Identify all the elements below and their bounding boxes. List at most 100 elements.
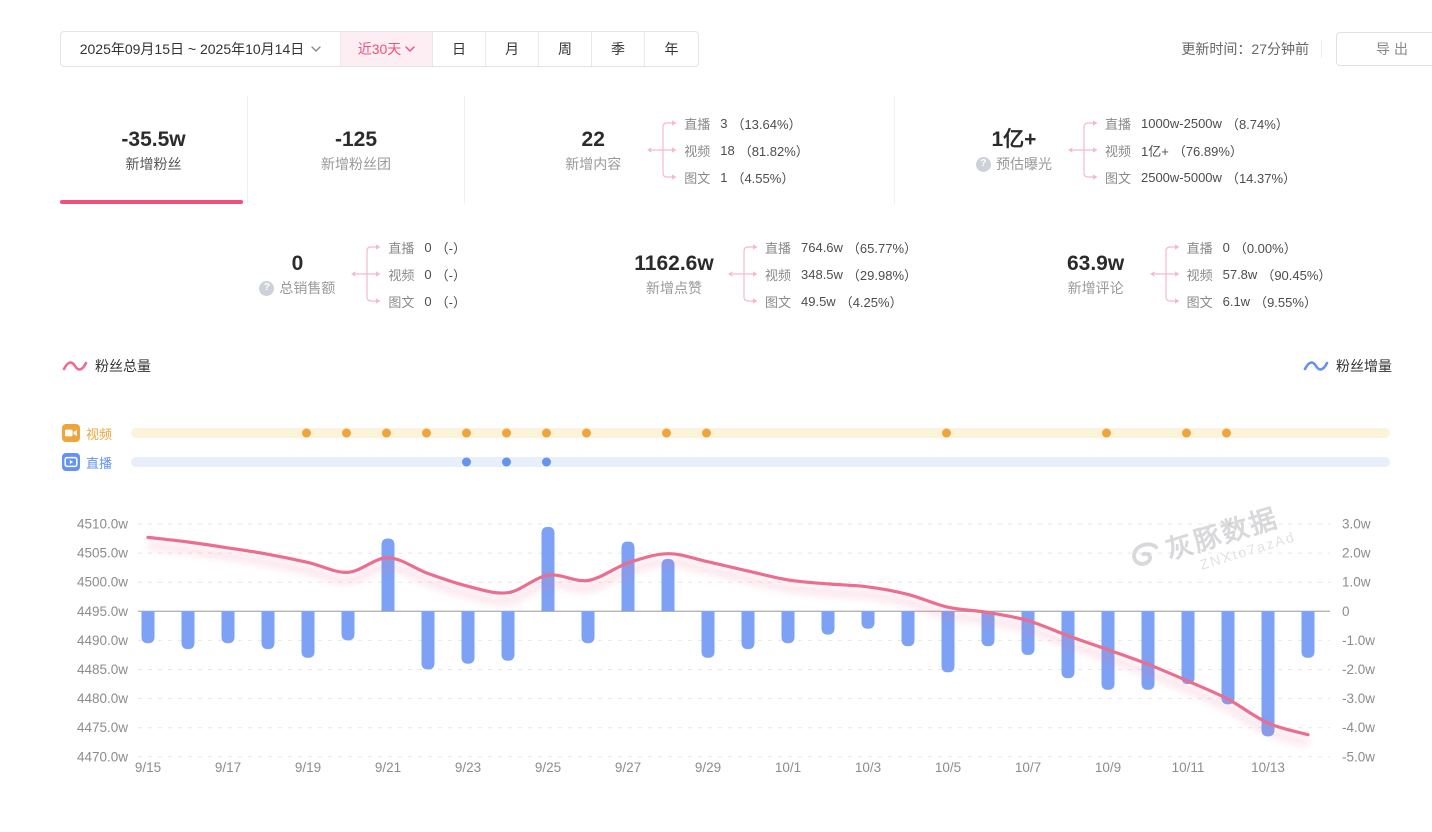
- export-button[interactable]: 导出: [1336, 32, 1432, 66]
- increment-bar[interactable]: [862, 611, 875, 629]
- timeline-track: [131, 457, 1390, 467]
- help-icon[interactable]: ?: [259, 281, 274, 296]
- increment-bar[interactable]: [542, 527, 555, 611]
- period-tab-日[interactable]: 日: [433, 32, 486, 66]
- stat-card-新增粉丝[interactable]: -35.5w 新增粉丝: [60, 96, 248, 204]
- fan-analytics-dashboard: 2025年09月15日 ~ 2025年10月14日 近30天 日月周季年 更新时…: [0, 0, 1432, 832]
- stat-main: 1162.6w 新增点赞: [631, 253, 717, 295]
- increment-bar[interactable]: [182, 611, 195, 649]
- breakdown-row: 图文 2500w-5000w （14.37%）: [1105, 164, 1296, 191]
- video-post-dot[interactable]: [502, 429, 511, 438]
- left-axis-tick: 4480.0w: [77, 691, 128, 706]
- increment-bar[interactable]: [262, 611, 275, 649]
- stat-card-新增点赞[interactable]: 1162.6w 新增点赞 直播 764.6w （65.77%） 视频 348.5…: [558, 224, 990, 324]
- period-tab-年[interactable]: 年: [645, 32, 698, 66]
- fans-trend-chart[interactable]: 4510.0w3.0w4505.0w2.0w4500.0w1.0w4495.0w…: [60, 500, 1432, 800]
- video-post-dot[interactable]: [1222, 429, 1231, 438]
- increment-bar[interactable]: [1302, 611, 1315, 658]
- live-session-dot[interactable]: [502, 458, 511, 467]
- increment-bar[interactable]: [702, 611, 715, 658]
- video-post-dot[interactable]: [342, 429, 351, 438]
- breakdown-value: 764.6w: [801, 240, 843, 255]
- period-tab-月[interactable]: 月: [486, 32, 539, 66]
- video-post-dot[interactable]: [542, 429, 551, 438]
- increment-bar[interactable]: [1182, 611, 1195, 684]
- video-post-dot[interactable]: [662, 429, 671, 438]
- increment-bar[interactable]: [302, 611, 315, 658]
- live-session-dot[interactable]: [462, 458, 471, 467]
- legend-label: 粉丝增量: [1336, 356, 1392, 376]
- left-axis-tick: 4485.0w: [77, 662, 128, 677]
- breakdown-row: 图文 0 （-）: [388, 288, 466, 315]
- breakdown-value: 348.5w: [801, 267, 843, 282]
- live-session-dot[interactable]: [542, 458, 551, 467]
- total-fans-line-glow: [148, 545, 1308, 742]
- increment-bar[interactable]: [462, 611, 475, 663]
- breakdown-percent: （76.89%）: [1173, 141, 1243, 160]
- legend-fan-increment[interactable]: 粉丝增量: [1303, 356, 1392, 376]
- stat-card-总销售额[interactable]: 0 ?总销售额 直播 0 （-） 视频 0 （-） 图: [60, 224, 472, 324]
- stat-card-新增评论[interactable]: 63.9w 新增评论 直播 0 （0.00%） 视频 57.8w （90.45%…: [996, 224, 1388, 324]
- breakdown-row: 图文 49.5w （4.25%）: [765, 288, 917, 315]
- increment-bar[interactable]: [582, 611, 595, 643]
- increment-bar[interactable]: [902, 611, 915, 646]
- video-post-dot[interactable]: [302, 429, 311, 438]
- video-post-dot[interactable]: [582, 429, 591, 438]
- right-axis-tick: 0: [1342, 604, 1350, 619]
- video-post-dot[interactable]: [702, 429, 711, 438]
- increment-bar[interactable]: [382, 539, 395, 612]
- increment-bar[interactable]: [742, 611, 755, 649]
- stat-main: 63.9w 新增评论: [1053, 253, 1139, 295]
- video-post-dot[interactable]: [942, 429, 951, 438]
- increment-bar[interactable]: [1222, 611, 1235, 704]
- breakdown-bracket: [1067, 111, 1101, 189]
- breakdown-value: 0: [424, 240, 431, 255]
- breakdown-row: 视频 0 （-）: [388, 261, 466, 288]
- video-post-dot[interactable]: [1182, 429, 1191, 438]
- increment-bar[interactable]: [822, 611, 835, 634]
- increment-bar[interactable]: [342, 611, 355, 640]
- date-range-picker[interactable]: 2025年09月15日 ~ 2025年10月14日: [61, 32, 341, 66]
- video-post-dot[interactable]: [462, 429, 471, 438]
- breakdown-label: 图文: [765, 292, 791, 311]
- stat-card-新增内容[interactable]: 22 新增内容 直播 3 （13.64%） 视频 18 （81.82%）: [465, 96, 895, 204]
- breakdown-list: 直播 0 （0.00%） 视频 57.8w （90.45%） 图文 6.1w （…: [1187, 234, 1332, 315]
- period-tab-周[interactable]: 周: [539, 32, 592, 66]
- right-axis-tick: -2.0w: [1342, 662, 1375, 677]
- breakdown-value: 57.8w: [1223, 267, 1258, 282]
- increment-bar[interactable]: [502, 611, 515, 661]
- stat-main: -125 新增粉丝团: [313, 129, 399, 171]
- pink-wave-icon: [62, 358, 88, 374]
- breakdown-bracket: [646, 111, 680, 189]
- x-axis-tick: 9/19: [295, 760, 321, 775]
- increment-bar[interactable]: [142, 611, 155, 643]
- stat-main: -35.5w 新增粉丝: [111, 129, 197, 171]
- divider: [1321, 40, 1322, 58]
- legend-total-fans[interactable]: 粉丝总量: [62, 356, 151, 376]
- left-axis-tick: 4510.0w: [77, 517, 128, 532]
- video-post-dot[interactable]: [382, 429, 391, 438]
- quick-range-button[interactable]: 近30天: [341, 32, 433, 66]
- total-fans-line[interactable]: [148, 537, 1308, 734]
- video-post-dot[interactable]: [422, 429, 431, 438]
- period-tab-季[interactable]: 季: [592, 32, 645, 66]
- x-axis-tick: 9/15: [135, 760, 161, 775]
- timeline-视频: 视频: [60, 424, 1432, 442]
- stat-card-预估曝光[interactable]: 1亿+ ?预估曝光 直播 1000w-2500w （8.74%） 视频 1亿+ …: [895, 96, 1372, 204]
- increment-bar[interactable]: [222, 611, 235, 643]
- breakdown-list: 直播 3 （13.64%） 视频 18 （81.82%） 图文 1 （4.55%…: [684, 110, 809, 191]
- help-icon[interactable]: ?: [976, 157, 991, 172]
- video-post-dot[interactable]: [1102, 429, 1111, 438]
- increment-bar[interactable]: [782, 611, 795, 643]
- right-axis-tick: 3.0w: [1342, 517, 1371, 532]
- breakdown-label: 视频: [388, 265, 414, 284]
- left-axis-tick: 4495.0w: [77, 604, 128, 619]
- stat-card-新增粉丝团[interactable]: -125 新增粉丝团: [248, 96, 465, 204]
- timeline-label: 直播: [86, 453, 124, 472]
- increment-bar[interactable]: [1262, 611, 1275, 736]
- update-time: 更新时间：27分钟前: [1181, 39, 1309, 59]
- increment-bar[interactable]: [422, 611, 435, 669]
- breakdown-percent: （4.55%）: [731, 168, 794, 187]
- right-axis-tick: 1.0w: [1342, 575, 1371, 590]
- stat-label: 新增粉丝: [126, 157, 182, 171]
